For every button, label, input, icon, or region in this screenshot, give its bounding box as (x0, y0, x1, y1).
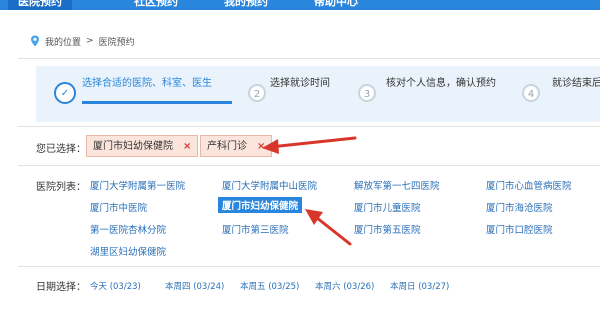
divider (18, 165, 600, 166)
step-4: 4 就诊结束后 (522, 66, 600, 122)
selection-label: 您已选择： (36, 144, 86, 155)
divider (18, 126, 600, 127)
step-1: ✓ 选择合适的医院、科室、医生 (36, 66, 246, 122)
hospital-item[interactable]: 厦门大学附属第一医院 (90, 178, 185, 192)
hospital-item[interactable]: 解放军第一七四医院 (354, 178, 440, 192)
breadcrumb-location-label: 我的位置 (45, 37, 82, 48)
date-option[interactable]: 本周日 (03/27) (390, 280, 449, 292)
hospital-item[interactable]: 厦门市中医院 (90, 200, 147, 214)
tab-community-booking[interactable]: 社区预约 (124, 0, 188, 10)
step-1-progress-bar (82, 101, 232, 104)
hospital-item[interactable]: 厦门市第五医院 (354, 222, 421, 236)
selected-department-chip: 产科门诊 × (200, 135, 273, 157)
breadcrumb-separator: > (86, 36, 94, 46)
step-3-number: 3 (358, 84, 376, 102)
step-4-label: 就诊结束后 (552, 78, 600, 89)
top-nav: 医院预约 社区预约 我的预约 帮助中心 (0, 0, 600, 10)
annotation-arrow-icon (262, 136, 357, 154)
hospital-item[interactable]: 厦门市口腔医院 (486, 222, 553, 236)
date-option[interactable]: 本周六 (03/26) (315, 280, 374, 292)
tab-hospital-booking[interactable]: 医院预约 (8, 0, 72, 10)
booking-steps: ✓ 选择合适的医院、科室、医生 2 选择就诊时间 3 核对个人信息，确认预约 4… (36, 66, 600, 122)
selected-hospital-chip: 厦门市妇幼保健院 × (86, 135, 199, 157)
date-option[interactable]: 今天 (03/23) (90, 280, 141, 292)
hospital-item[interactable]: 厦门大学附属中山医院 (222, 178, 317, 192)
hospital-item[interactable]: 湖里区妇幼保健院 (90, 244, 166, 258)
remove-department-icon[interactable]: × (257, 141, 265, 152)
tab-my-bookings[interactable]: 我的预约 (214, 0, 278, 10)
tab-help-center[interactable]: 帮助中心 (304, 0, 368, 10)
step-2-label: 选择就诊时间 (270, 78, 330, 89)
step-2-number: 2 (248, 84, 266, 102)
step-1-label: 选择合适的医院、科室、医生 (82, 78, 212, 89)
hospital-item[interactable]: 厦门市心血管病医院 (486, 178, 572, 192)
divider (18, 266, 600, 267)
hospital-item[interactable]: 厦门市海沧医院 (486, 200, 553, 214)
step-2: 2 选择就诊时间 (248, 66, 358, 122)
divider (18, 58, 600, 59)
hospital-item[interactable]: 厦门市第三医院 (222, 222, 289, 236)
date-option[interactable]: 本周五 (03/25) (240, 280, 299, 292)
selected-department-text: 产科门诊 (207, 141, 247, 152)
date-selection-label: 日期选择： (36, 282, 86, 293)
breadcrumb-current: 医院预约 (98, 37, 135, 48)
breadcrumb: 我的位置 > 医院预约 (30, 34, 135, 48)
step-3: 3 核对个人信息，确认预约 (358, 66, 518, 122)
remove-hospital-icon[interactable]: × (183, 141, 191, 152)
hospital-item-selected[interactable]: 厦门市妇幼保健院 (218, 197, 303, 213)
hospital-item[interactable]: 第一医院杏林分院 (90, 222, 166, 236)
annotation-arrow-icon (305, 209, 352, 246)
hospital-item[interactable]: 厦门市儿童医院 (354, 200, 421, 214)
step-4-number: 4 (522, 84, 540, 102)
selected-hospital-text: 厦门市妇幼保健院 (93, 141, 173, 152)
location-pin-icon (31, 35, 39, 47)
step-3-label: 核对个人信息，确认预约 (386, 78, 496, 89)
check-circle-icon: ✓ (54, 82, 76, 104)
date-option[interactable]: 本周四 (03/24) (165, 280, 224, 292)
hospital-list-label: 医院列表： (36, 182, 86, 193)
